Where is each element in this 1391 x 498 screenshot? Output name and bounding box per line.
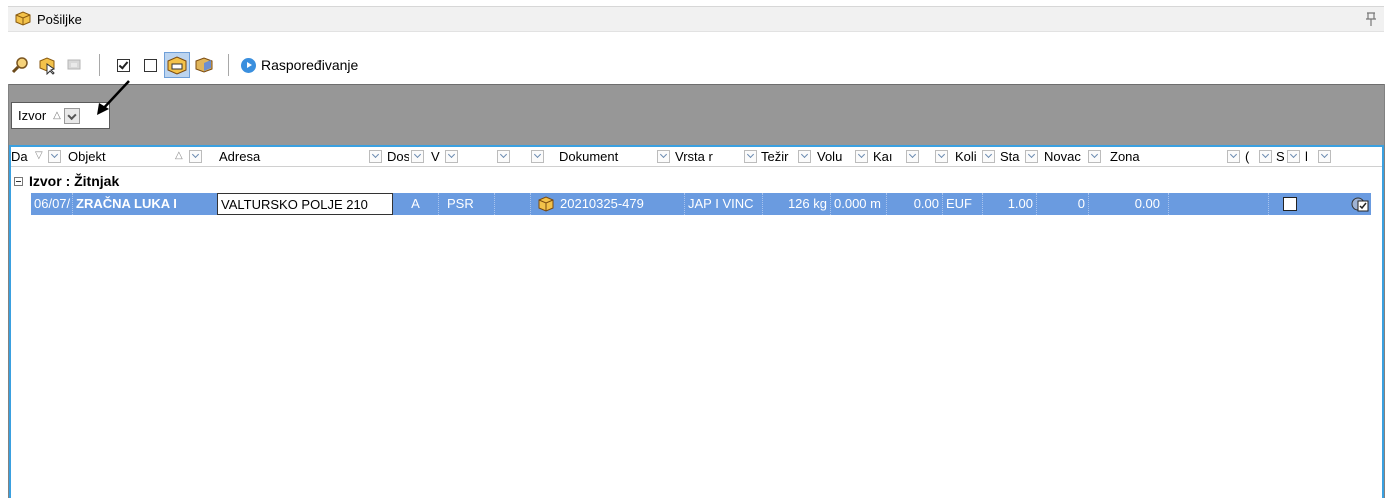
panel-title: Pošiljke [37,11,82,27]
col-header-vrsta[interactable]: Vrsta r [675,147,717,166]
filter-dropdown-icon[interactable] [189,150,202,163]
filter-dropdown-icon[interactable] [1227,150,1240,163]
schedule-button[interactable]: Raspoređivanje [241,57,358,73]
collapse-icon[interactable] [14,176,23,186]
cell-kap[interactable]: 0.00 [887,193,943,215]
col-header-novac[interactable]: Novac [1044,147,1084,166]
col-header-date[interactable]: Da [11,147,33,166]
cell-vrsta[interactable]: JAP I VINC [685,193,763,215]
package-group-button[interactable] [191,52,217,78]
col-header-c[interactable]: ( [1245,147,1253,166]
arrow-annotation-icon [97,80,130,115]
group-row[interactable]: Izvor : Žitnjak [11,169,1382,193]
filter-dropdown-icon[interactable] [1088,150,1101,163]
sort-ascending-icon: △ [53,110,61,121]
truck-button[interactable] [62,52,88,78]
play-icon [241,57,256,73]
col-header-sta[interactable]: Sta [1000,147,1022,166]
col-header-kap[interactable]: Kaı [873,147,895,166]
cell-currency[interactable]: EUF [943,193,983,215]
filter-dropdown-icon[interactable] [798,150,811,163]
filter-dropdown-icon[interactable] [744,150,757,163]
cell-object[interactable]: ZRAČNA LUKA I [73,193,219,215]
row-checkbox[interactable] [1283,197,1297,211]
cell-date[interactable]: 06/07/ [31,193,73,215]
panel-title-bar: Pošiljke [8,6,1384,32]
select-none-button[interactable] [137,52,163,78]
package-view-button[interactable] [164,52,190,78]
filter-dropdown-icon[interactable] [1259,150,1272,163]
toolbar-separator [228,54,229,76]
col-header-v[interactable]: V [431,147,443,166]
filter-dropdown-icon[interactable] [982,150,995,163]
pin-icon[interactable] [1364,11,1378,27]
select-all-button[interactable] [110,52,136,78]
group-row-label: Izvor : Žitnjak [29,173,120,189]
cell-koli[interactable]: 1.00 [983,193,1037,215]
cell-v[interactable]: PSR [439,193,495,215]
group-chip-label: Izvor [18,108,47,123]
filter-dropdown-icon[interactable] [48,150,61,163]
grid-container: Izvor △ Da ▽ Objekt △ Adresa Dos V Dokum… [8,80,1385,498]
checkbox-checked-icon [116,58,130,72]
filter-dropdown-icon[interactable] [63,107,80,124]
table-row[interactable]: 06/07/ ZRAČNA LUKA I VALTURSKO POLJE 210… [31,193,1371,215]
col-header-l[interactable]: l [1305,147,1313,166]
group-by-panel: Izvor △ [9,80,1384,146]
filter-dropdown-icon[interactable] [1287,150,1300,163]
cell-novac[interactable]: 0.00 [1089,193,1169,215]
package-box-icon [167,56,187,75]
column-header-row: Da ▽ Objekt △ Adresa Dos V Dokument Vrst… [11,147,1382,167]
filter-dropdown-icon[interactable] [369,150,382,163]
package-cursor-icon [39,57,56,75]
filter-dropdown-icon[interactable] [1318,150,1331,163]
sort-descending-icon: ▽ [35,150,43,161]
col-header-object[interactable]: Objekt [68,147,148,166]
col-header-koli[interactable]: Koli [955,147,979,166]
col-header-address[interactable]: Adresa [219,147,359,166]
toolbar-separator [99,54,100,76]
filter-dropdown-icon[interactable] [531,150,544,163]
col-header-dos[interactable]: Dos [387,147,409,166]
schedule-label: Raspoređivanje [261,57,359,73]
filter-dropdown-icon[interactable] [855,150,868,163]
filter-dropdown-icon[interactable] [411,150,424,163]
checked-status-icon[interactable] [1351,196,1369,215]
filter-dropdown-icon[interactable] [497,150,510,163]
cell-volumen[interactable]: 0.000 m [831,193,887,215]
cell-empty[interactable] [495,193,531,215]
package-icon [14,10,32,29]
cell-zona[interactable] [1169,193,1269,215]
cell-dos[interactable]: A [393,193,439,215]
filter-dropdown-icon[interactable] [935,150,948,163]
col-header-tezina[interactable]: Težir [761,147,793,166]
sort-ascending-icon: △ [175,150,183,161]
package-icon [538,196,554,215]
search-icon [11,57,28,74]
filter-dropdown-icon[interactable] [445,150,458,163]
cell-tezina[interactable]: 126 kg [763,193,831,215]
cell-sta[interactable]: 0 [1037,193,1089,215]
package-stack-icon [195,57,213,73]
cell-document[interactable]: 20210325-479 [557,193,685,215]
toolbar: Raspoređivanje [8,50,1384,80]
col-header-document[interactable]: Dokument [559,147,639,166]
search-button[interactable] [8,52,34,78]
truck-icon [67,59,81,70]
filter-dropdown-icon[interactable] [1025,150,1038,163]
grid-body: Da ▽ Objekt △ Adresa Dos V Dokument Vrst… [9,145,1384,498]
filter-dropdown-icon[interactable] [657,150,670,163]
col-header-s[interactable]: S [1276,147,1284,166]
cell-address[interactable]: VALTURSKO POLJE 210 [217,193,393,215]
package-select-button[interactable] [35,52,61,78]
checkbox-empty-icon [143,58,157,72]
col-header-volumen[interactable]: Volu [817,147,847,166]
filter-dropdown-icon[interactable] [906,150,919,163]
col-header-zona[interactable]: Zona [1110,147,1170,166]
